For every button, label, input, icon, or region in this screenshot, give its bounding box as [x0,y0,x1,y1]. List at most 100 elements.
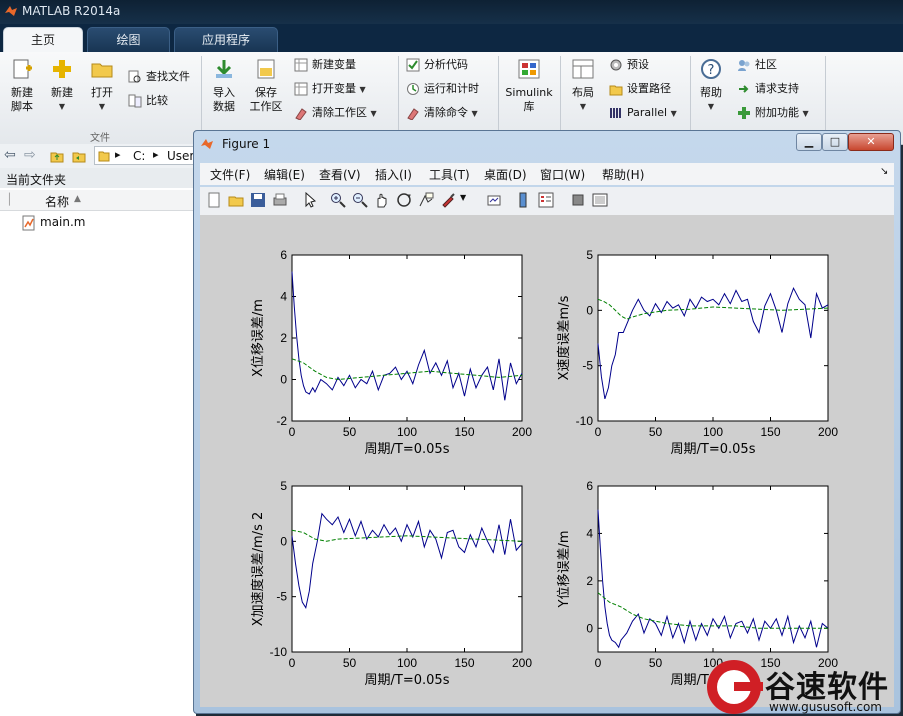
menu-help[interactable]: 帮助(H) [602,166,644,183]
clear-workspace-label: 清除工作区 [312,106,367,119]
open-variable-button[interactable]: 打开变量 ▼ [294,80,366,98]
parallel-caret-icon: ▼ [670,109,677,118]
y-tick-label: 5 [280,479,287,493]
menu-view[interactable]: 查看(V) [319,166,361,183]
legend-icon[interactable] [538,192,554,208]
matlab-figure-icon [201,139,213,149]
preferences-label: 预设 [627,58,649,71]
y-axis-label: Y位移误差/m [557,531,572,609]
layout-button[interactable]: 布局 ▼ [566,58,600,114]
tab-plots[interactable]: 绘图 [87,27,170,52]
parallel-button[interactable]: Parallel ▼ [609,104,677,122]
open-variable-caret-icon: ▼ [359,85,366,94]
import-data-button[interactable]: 导入 数据 [206,58,242,114]
new-figure-icon[interactable] [206,192,222,208]
tab-apps[interactable]: 应用程序 [174,27,278,52]
colorbar-icon[interactable] [516,192,532,208]
new-button[interactable]: 新建 ▼ [44,58,80,114]
file-browser [0,188,196,716]
analyze-code-button[interactable]: 分析代码 [406,56,468,74]
y-tick-label: -2 [276,414,287,428]
add-ons-button[interactable]: 附加功能 ▼ [737,104,809,122]
dock-arrow-icon[interactable]: ↘ [880,166,888,177]
menu-window[interactable]: 窗口(W) [540,166,585,183]
back-arrow-icon[interactable]: ⇦ [4,147,16,163]
figure-toolbar: ▼ [200,187,894,216]
new-script-button[interactable]: 新建 脚本 [4,58,40,114]
request-support-button[interactable]: 请求支持 [737,80,799,98]
request-support-icon [739,85,749,93]
open-variable-label: 打开变量 [312,82,356,95]
up-folder-icon[interactable] [50,149,64,163]
subplots-canvas: 0 50 100 150 200-20246周期/T=0.05sX位移误差/m0 50 10… [250,248,838,688]
set-path-button[interactable]: 设置路径 [609,80,671,98]
pointer-icon[interactable] [302,192,318,208]
layout-label: 布局 [572,86,594,99]
clear-workspace-caret-icon: ▼ [370,109,377,118]
clear-workspace-button[interactable]: 清除工作区 ▼ [294,104,377,122]
run-and-time-label: 运行和计时 [424,82,479,95]
column-header-name[interactable]: │ 名称 ▲ [0,190,196,211]
ribbon-separator [398,56,399,136]
new-variable-button[interactable]: 新建变量 [294,56,356,74]
list-item[interactable]: main.m [22,214,192,232]
link-plot-icon[interactable] [486,192,502,208]
watermark-logo-icon [707,660,763,714]
simulink-label: Simulink 库 [505,86,553,113]
clear-commands-button[interactable]: 清除命令 ▼ [406,104,478,122]
y-tick-label: 0 [586,621,593,635]
x-tick-label: 150 [760,425,780,439]
run-and-time-icon [407,83,419,95]
layout-icon [572,59,594,79]
menu-tools[interactable]: 工具(T) [429,166,470,183]
y-tick-label: 0 [280,373,287,387]
open-label: 打开 [91,86,113,99]
open-file-icon[interactable] [228,192,244,208]
new-plus-icon [53,60,71,78]
forward-arrow-icon[interactable]: ⇨ [24,147,36,163]
menu-desktop[interactable]: 桌面(D) [484,166,527,183]
show-plot-tools-icon[interactable] [592,192,608,208]
y-tick-label: 6 [280,248,287,262]
y-tick-label: 4 [280,290,287,304]
x-tick-label: 200 [512,425,532,439]
parallel-icon [610,108,621,118]
close-button[interactable]: ✕ [848,133,894,151]
compare-button[interactable]: 比较 [128,92,168,110]
preferences-button[interactable]: 预设 [609,56,649,74]
save-icon[interactable] [250,192,266,208]
minimize-button[interactable]: ▁ [796,133,822,151]
rotate-3d-icon[interactable] [396,192,412,208]
pan-hand-icon[interactable] [374,192,390,208]
save-workspace-button[interactable]: 保存 工作区 [246,58,286,114]
simulink-library-button[interactable]: Simulink 库 [503,58,555,114]
maximize-button[interactable]: □ [822,133,848,151]
current-folder-panel-header: 当前文件夹 [0,168,196,189]
help-button[interactable]: ? 帮助 ▼ [695,58,727,114]
hide-plot-tools-icon[interactable] [570,192,586,208]
y-axis-label: X速度误差m/s [556,295,572,380]
subplot-2: 0 50 100 150 200 -10 -5 0 5 周期/T=0.05s X速度误差m/s [556,248,838,457]
open-button[interactable]: 打开 ▼ [84,58,120,114]
ribbon-separator [690,56,691,136]
y-tick-label: 0 [280,534,287,548]
menu-insert[interactable]: 插入(I) [375,166,412,183]
menu-file[interactable]: 文件(F) [210,166,250,183]
x-tick-label: 100 [397,656,417,670]
run-and-time-button[interactable]: 运行和计时 [406,80,479,98]
print-icon[interactable] [272,192,288,208]
path-input[interactable]: ▸ C: ▸ User [94,146,196,165]
find-files-button[interactable]: 查找文件 [128,68,190,86]
y-tick-label: 0 [586,303,593,317]
community-button[interactable]: 社区 [737,56,777,74]
brush-icon[interactable] [440,192,456,208]
zoom-in-icon[interactable] [330,192,346,208]
menu-edit[interactable]: 编辑(E) [264,166,305,183]
help-caret-icon: ▼ [707,102,715,111]
tab-home[interactable]: 主页 [3,27,83,52]
subplot-3: 0 50 100 150 200 -10 -5 0 5 周期/T=0.05s X加速度误差/m/s … [250,479,532,688]
brush-dropdown-icon[interactable]: ▼ [460,193,466,202]
zoom-out-icon[interactable] [352,192,368,208]
browse-folder-icon[interactable] [72,149,86,163]
data-cursor-icon[interactable] [418,192,434,208]
